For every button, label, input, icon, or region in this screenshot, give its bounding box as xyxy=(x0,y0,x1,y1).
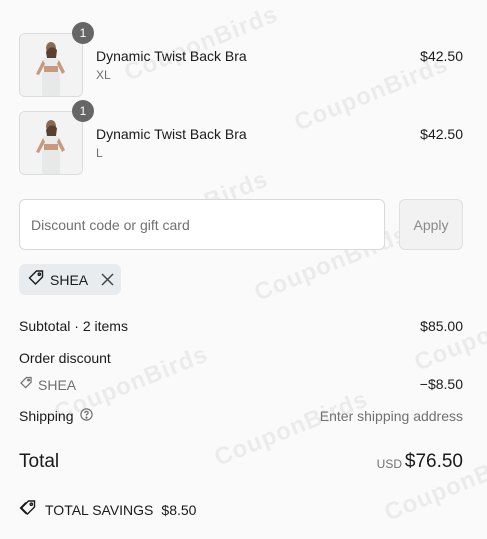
discount-code: SHEA xyxy=(38,376,77,393)
line-item: 1 Dynamic Twist Back Bra XL $42.50 xyxy=(19,22,463,97)
shipping-value: Enter shipping address xyxy=(319,408,463,424)
subtotal-value: $85.00 xyxy=(420,318,463,334)
subtotal-row: Subtotal · 2 items $85.00 xyxy=(19,318,463,334)
shipping-label: Shipping xyxy=(19,408,74,424)
total-savings: TOTAL SAVINGS $8.50 xyxy=(19,499,196,520)
item-variant: L xyxy=(96,146,103,160)
product-image: 1 xyxy=(19,22,94,97)
item-variant: XL xyxy=(96,68,111,82)
total-value: $76.50 xyxy=(404,451,463,472)
quantity-badge: 1 xyxy=(72,22,94,44)
product-image: 1 xyxy=(19,100,94,175)
currency-code: USD xyxy=(376,457,402,471)
item-price: $42.50 xyxy=(420,126,463,142)
tag-icon xyxy=(27,269,45,290)
savings-label: TOTAL SAVINGS xyxy=(45,501,154,518)
discount-code-input[interactable] xyxy=(19,199,385,250)
apply-button[interactable]: Apply xyxy=(399,199,463,250)
discount-code-label: SHEA xyxy=(50,271,89,288)
help-icon[interactable] xyxy=(79,408,93,424)
order-summary: CouponBirds CouponBirds CouponBirds Coup… xyxy=(0,0,487,539)
applied-discount-tag: SHEA xyxy=(19,264,121,295)
discount-code-row: SHEA −$8.50 xyxy=(19,376,463,393)
order-discount-label: Order discount xyxy=(19,350,111,366)
remove-discount-icon[interactable] xyxy=(101,273,114,286)
item-title: Dynamic Twist Back Bra xyxy=(96,48,247,64)
tag-icon xyxy=(19,376,33,393)
quantity-badge: 1 xyxy=(72,100,94,122)
total-label: Total xyxy=(19,451,60,472)
item-price: $42.50 xyxy=(420,48,463,64)
line-item: 1 Dynamic Twist Back Bra L $42.50 xyxy=(19,100,463,175)
item-title: Dynamic Twist Back Bra xyxy=(96,126,247,142)
order-discount-row: Order discount xyxy=(19,350,463,366)
subtotal-label: Subtotal · 2 items xyxy=(19,318,128,334)
savings-value: $8.50 xyxy=(161,501,197,518)
savings-tag-icon xyxy=(19,499,37,520)
shipping-row: Shipping Enter shipping address xyxy=(19,408,463,424)
discount-value: −$8.50 xyxy=(419,376,463,392)
